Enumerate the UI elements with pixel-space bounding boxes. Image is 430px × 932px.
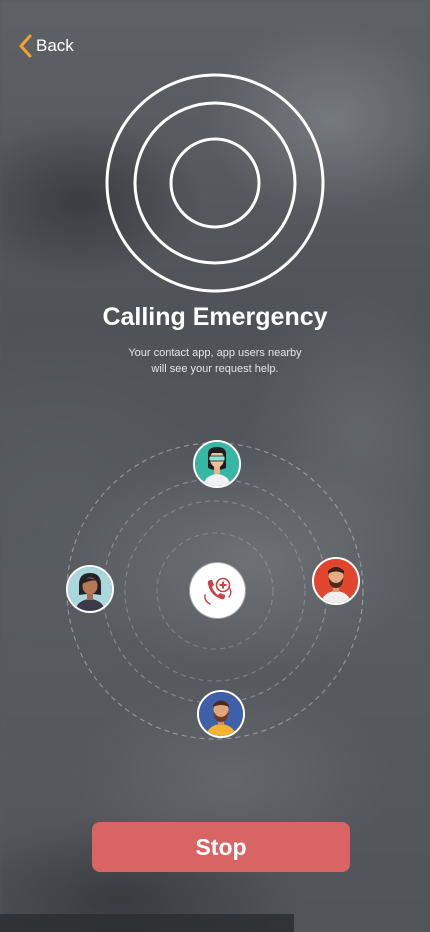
avatar-man-beard-red-bg-icon [314, 559, 358, 603]
chevron-left-icon [19, 34, 32, 58]
emergency-calling-screen: Back Calling Emergency Your contact app,… [0, 0, 430, 932]
subtitle-line-1: Your contact app, app users nearby [128, 347, 302, 359]
page-subtitle: Your contact app, app users nearby will … [105, 345, 325, 377]
back-label: Back [36, 36, 74, 55]
subtitle-line-2: will see your request help. [151, 363, 279, 375]
bottom-shadow-bar [0, 914, 294, 932]
emergency-call-button[interactable] [190, 563, 245, 618]
contact-avatar-3[interactable] [312, 557, 360, 605]
contact-avatar-2[interactable] [66, 565, 114, 613]
avatar-man-beard-blue-bg-icon [199, 692, 243, 736]
avatar-woman-glasses-icon [195, 442, 239, 486]
contact-avatar-1[interactable] [193, 440, 241, 488]
avatar-woman-dark-hair-icon [68, 567, 112, 611]
back-button[interactable]: Back [18, 34, 74, 58]
emergency-call-icon [203, 577, 231, 605]
calling-rings-icon [105, 73, 325, 293]
page-title: Calling Emergency [102, 303, 328, 331]
stop-button[interactable]: Stop [92, 822, 350, 872]
contact-avatar-4[interactable] [197, 690, 245, 738]
